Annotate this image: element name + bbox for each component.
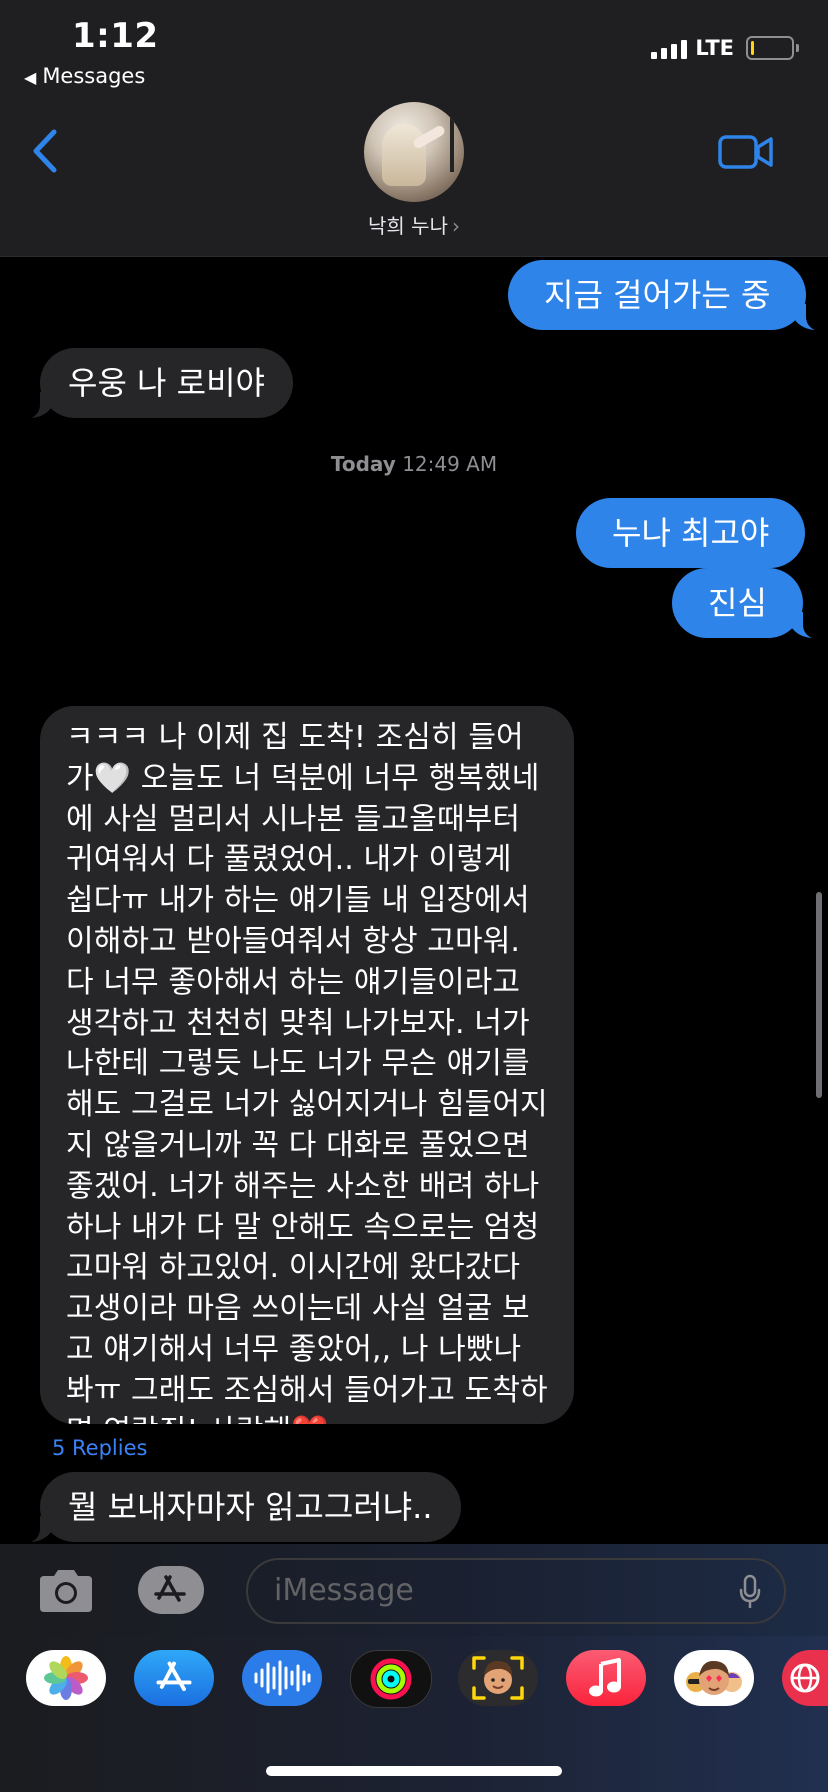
back-to-app-link[interactable]: ◀ Messages xyxy=(24,64,145,88)
message-text: 뭘 보내자마자 읽고그러냐.. xyxy=(68,1488,433,1526)
battery-icon xyxy=(746,36,799,60)
network-type: LTE xyxy=(695,36,734,60)
scroll-indicator[interactable] xyxy=(816,892,822,1098)
message-text: 누나 최고야 xyxy=(612,514,770,552)
thread-replies-link[interactable]: 5 Replies xyxy=(52,1436,147,1460)
video-camera-icon xyxy=(718,135,773,169)
camera-button[interactable] xyxy=(36,1568,96,1614)
audio-message-icon[interactable] xyxy=(242,1650,322,1706)
cellular-signal-icon xyxy=(651,37,688,59)
conversation-header: 1:12 ◀ Messages LTE 낙희 누나 › xyxy=(0,0,828,257)
received-long-message[interactable]: ㅋㅋㅋ 나 이제 집 도착! 조심히 들어가🤍 오늘도 너 덕분에 너무 행복했… xyxy=(40,706,574,1424)
composer-bar: iMessage xyxy=(0,1544,828,1636)
message-text: 진심 xyxy=(708,584,767,622)
activity-icon[interactable] xyxy=(350,1650,432,1708)
back-button[interactable] xyxy=(30,128,60,174)
status-time: 1:12 xyxy=(72,16,159,56)
web-search-icon[interactable] xyxy=(782,1650,828,1706)
back-app-label: Messages xyxy=(42,64,146,88)
sent-message[interactable]: 누나 최고야 xyxy=(576,498,806,568)
chevron-left-icon xyxy=(33,129,57,173)
sent-message[interactable]: 진심 xyxy=(672,568,825,639)
app-drawer-button[interactable] xyxy=(138,1566,212,1614)
message-input-placeholder: iMessage xyxy=(274,1573,414,1608)
message-text: 지금 걸어가는 중 xyxy=(544,276,771,314)
app-store-icon xyxy=(154,1575,186,1602)
microphone-icon[interactable] xyxy=(738,1574,762,1610)
status-indicators: LTE xyxy=(651,36,799,60)
camera-icon xyxy=(40,1570,92,1612)
photos-icon[interactable] xyxy=(26,1650,106,1706)
facetime-video-button[interactable] xyxy=(718,134,774,170)
sent-message[interactable]: 지금 걸어가는 중 xyxy=(508,260,828,331)
music-icon[interactable] xyxy=(566,1650,646,1706)
message-text: ㅋㅋㅋ 나 이제 집 도착! 조심히 들어가🤍 오늘도 너 덕분에 너무 행복했… xyxy=(66,720,548,1424)
message-timestamp: Today 12:49 AM xyxy=(330,452,498,476)
contact-name-button[interactable]: 낙희 누나 › xyxy=(0,210,828,239)
home-indicator[interactable] xyxy=(266,1766,562,1776)
contact-avatar[interactable] xyxy=(364,102,464,202)
battery-level xyxy=(751,41,754,55)
contact-name: 낙희 누나 xyxy=(368,214,448,238)
message-input[interactable]: iMessage xyxy=(246,1558,786,1624)
chevron-right-icon: › xyxy=(451,214,460,238)
memoji-icon[interactable] xyxy=(458,1650,538,1706)
message-text: 우웅 나 로비야 xyxy=(68,364,265,402)
back-triangle-icon: ◀ xyxy=(24,68,37,87)
memoji-stickers-icon[interactable] xyxy=(674,1650,754,1706)
received-message[interactable]: 우웅 나 로비야 xyxy=(18,348,293,419)
app-store-icon[interactable] xyxy=(134,1650,214,1706)
received-message[interactable]: 뭘 보내자마자 읽고그러냐.. xyxy=(18,1472,461,1543)
